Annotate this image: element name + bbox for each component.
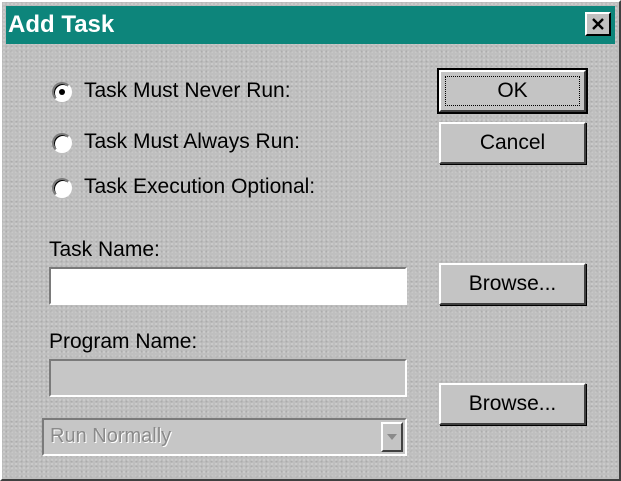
task-name-input[interactable] xyxy=(49,267,407,305)
radio-label-always-run: Task Must Always Run: xyxy=(84,130,300,153)
close-icon xyxy=(592,18,604,30)
radio-execution-optional[interactable] xyxy=(52,178,72,198)
close-button[interactable] xyxy=(585,12,611,36)
browse-program-button[interactable]: Browse... xyxy=(439,383,586,425)
title-bar[interactable]: Add Task xyxy=(6,6,615,44)
radio-label-execution-optional: Task Execution Optional: xyxy=(84,175,316,198)
program-name-label: Program Name: xyxy=(49,330,198,353)
radio-never-run[interactable] xyxy=(52,82,72,102)
ok-button[interactable]: OK xyxy=(437,68,588,114)
run-mode-value: Run Normally xyxy=(50,425,172,447)
browse-program-button-label: Browse... xyxy=(468,392,557,415)
window-title: Add Task xyxy=(8,11,115,38)
ok-button-label: OK xyxy=(497,79,528,102)
cancel-button-label: Cancel xyxy=(479,131,546,154)
radio-always-run[interactable] xyxy=(52,133,72,153)
radio-label-never-run: Task Must Never Run: xyxy=(84,79,291,102)
task-name-label: Task Name: xyxy=(49,238,160,261)
dropdown-button[interactable] xyxy=(381,422,403,452)
chevron-down-icon xyxy=(387,434,397,440)
radio-selected-dot xyxy=(59,89,65,95)
browse-task-button[interactable]: Browse... xyxy=(439,263,586,305)
add-task-dialog: Add Task Task Must Never Run: Task Must … xyxy=(0,0,621,481)
program-name-input[interactable] xyxy=(49,359,407,397)
browse-task-button-label: Browse... xyxy=(468,272,557,295)
cancel-button[interactable]: Cancel xyxy=(439,122,586,164)
run-mode-select[interactable]: Run Normally xyxy=(42,418,407,456)
